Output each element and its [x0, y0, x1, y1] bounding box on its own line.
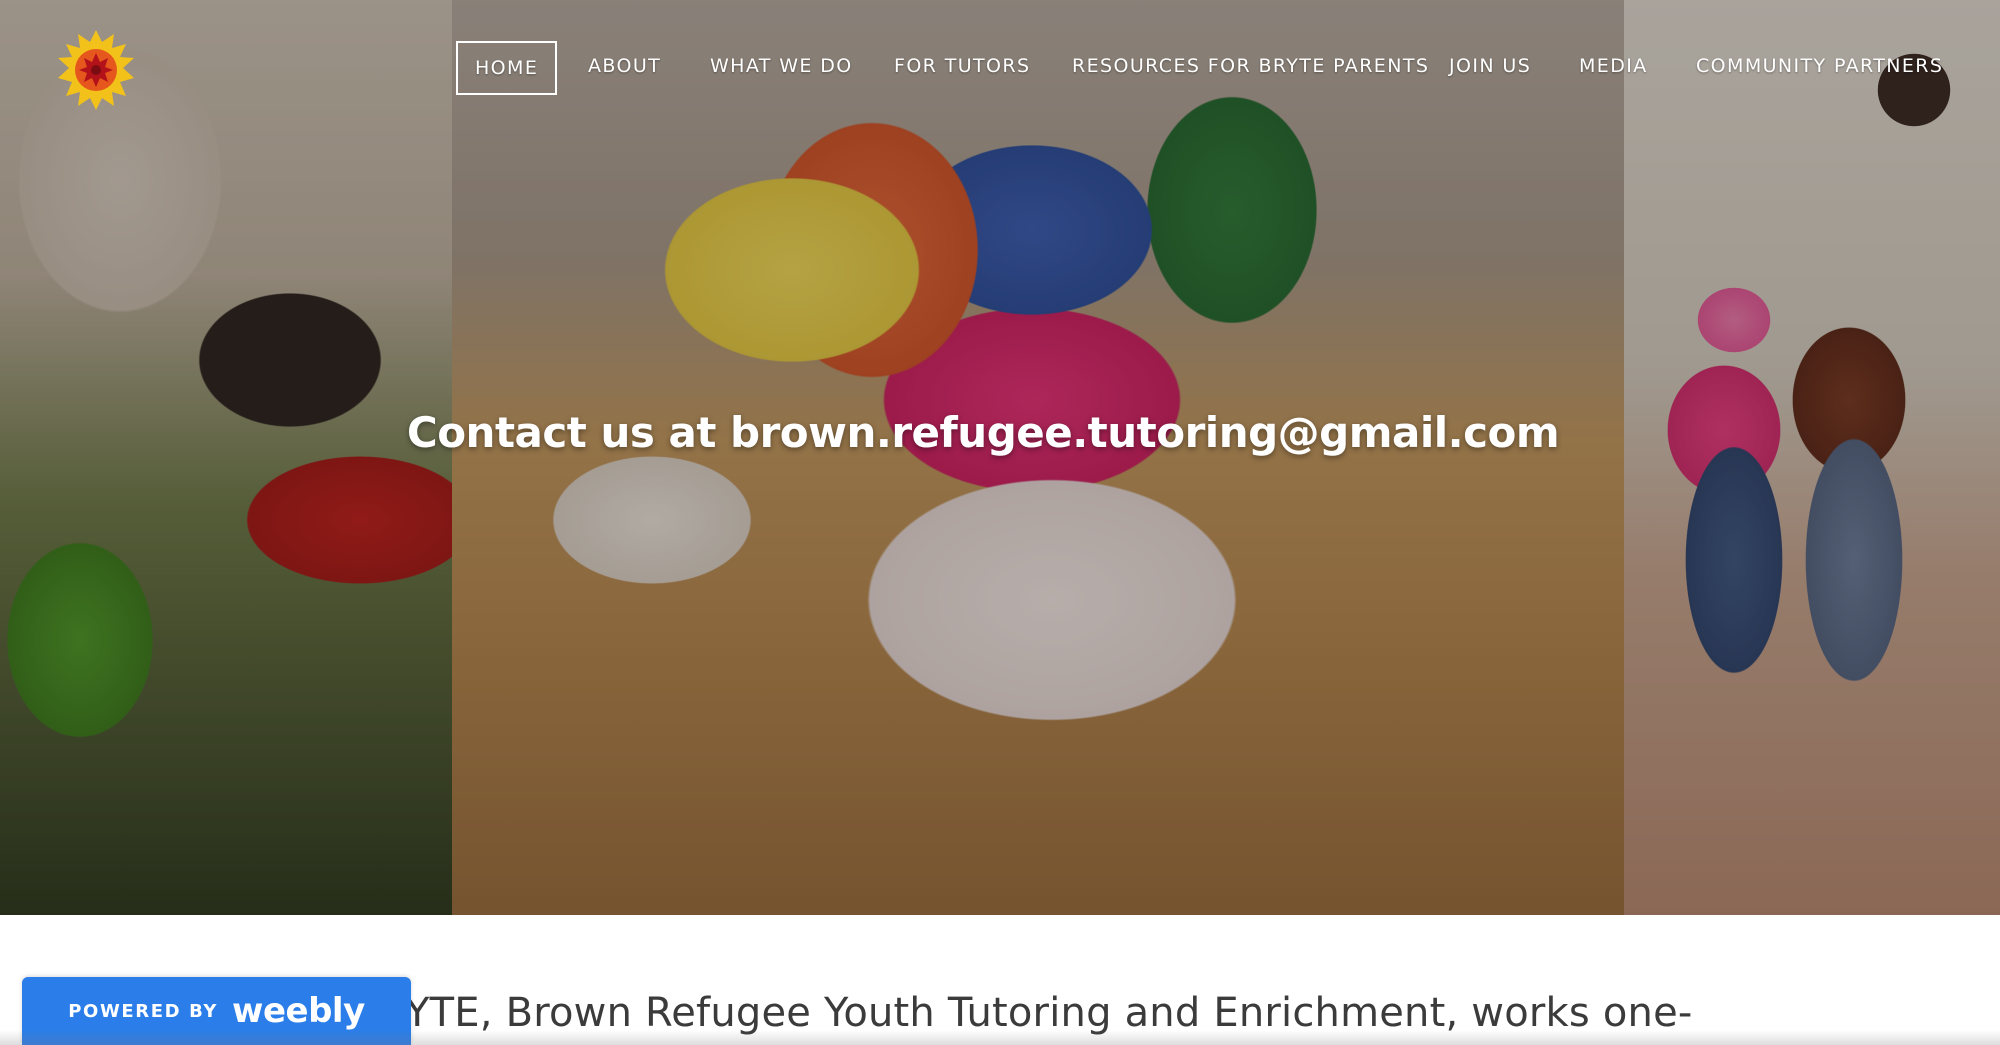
nav-resources-for-bryte-parents[interactable]: RESOURCES FOR BRYTE PARENTS: [1072, 41, 1429, 91]
nav-home[interactable]: HOME: [456, 41, 558, 95]
nav-about[interactable]: ABOUT: [588, 41, 661, 91]
nav-what-we-do[interactable]: WHAT WE DO: [710, 41, 853, 91]
nav-for-tutors[interactable]: FOR TUTORS: [894, 41, 1030, 91]
bottom-fade: [0, 1030, 2000, 1045]
hero-overlay: [0, 0, 2000, 915]
nav-join-us[interactable]: JOIN US: [1449, 41, 1531, 91]
hero-banner: HOME ABOUT WHAT WE DO FOR TUTORS RESOURC…: [0, 0, 2000, 915]
nav-community-partners[interactable]: COMMUNITY PARTNERS: [1696, 41, 1943, 91]
hero-headline: Contact us at brown.refugee.tutoring@gma…: [0, 408, 2000, 457]
main-navigation: HOME ABOUT WHAT WE DO FOR TUTORS RESOURC…: [0, 41, 2000, 95]
weebly-logo-text: weebly: [232, 991, 365, 1031]
powered-by-label: POWERED BY: [68, 1000, 219, 1022]
nav-media[interactable]: MEDIA: [1579, 41, 1648, 91]
contact-email-text: Contact us at brown.refugee.tutoring@gma…: [406, 408, 1560, 457]
